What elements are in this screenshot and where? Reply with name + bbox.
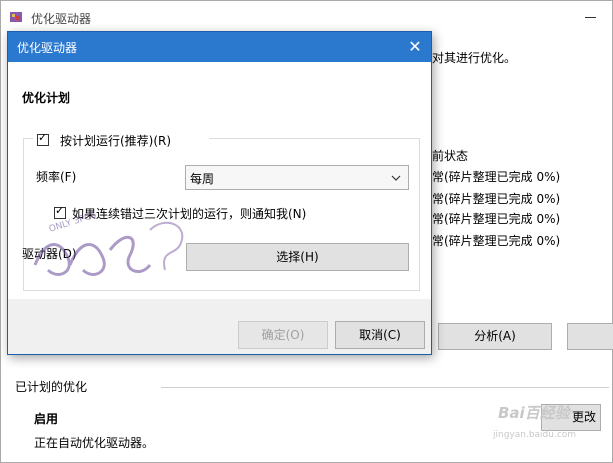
drive-status-cell: 常(碎片整理已完成 0%)	[432, 234, 561, 248]
baidu-watermark-url: jingyan.baidu.com	[493, 430, 577, 440]
schedule-status-text: 正在自动优化驱动器。	[34, 436, 155, 450]
drive-status-cell: 常(碎片整理已完成 0%)	[432, 192, 561, 206]
close-icon[interactable]: ✕	[403, 35, 427, 59]
run-on-schedule-checkbox[interactable]	[37, 131, 49, 146]
schedule-dialog: 优化驱动器 ✕ 优化计划 按计划运行(推荐)(R) 频率(F) 每周 如果连续错…	[7, 31, 432, 355]
frequency-select[interactable]: 每周	[185, 165, 409, 190]
run-on-schedule-row[interactable]: 按计划运行(推荐)(R)	[33, 131, 209, 149]
scheduled-optimization-title: 已计划的优化	[15, 380, 88, 394]
cancel-button[interactable]: 取消(C)	[335, 321, 425, 349]
frequency-selected-value: 每周	[190, 172, 215, 186]
optimize-button[interactable]	[567, 323, 613, 350]
dialog-heading: 优化计划	[22, 91, 71, 105]
baidu-watermark: Bai百经验	[498, 404, 570, 422]
analyze-button[interactable]: 分析(A)	[438, 323, 552, 350]
dialog-title: 优化驱动器	[17, 41, 78, 55]
watermark-logo-text: ONLY 3PCS	[48, 210, 98, 235]
choose-drives-button[interactable]: 选择(H)	[186, 243, 409, 271]
frequency-label: 频率(F)	[36, 170, 77, 184]
minimize-button[interactable]	[579, 5, 603, 23]
dialog-titlebar[interactable]: 优化驱动器 ✕	[8, 32, 431, 62]
drive-status-cell: 常(碎片整理已完成 0%)	[432, 170, 561, 184]
section-divider	[161, 387, 609, 388]
defrag-app-icon	[10, 12, 22, 22]
background-description: 对其进行优化。	[432, 51, 517, 65]
run-on-schedule-label: 按计划运行(推荐)(R)	[60, 134, 172, 148]
schedule-enabled-label: 启用	[34, 412, 59, 426]
status-column-header: 前状态	[432, 149, 469, 163]
watermark-logo: ONLY 3PCS	[33, 210, 184, 276]
drive-status-cell: 常(碎片整理已完成 0%)	[432, 212, 561, 226]
background-window-title: 优化驱动器	[31, 12, 92, 26]
chevron-down-icon	[391, 175, 401, 181]
ok-button[interactable]: 确定(O)	[238, 321, 328, 349]
